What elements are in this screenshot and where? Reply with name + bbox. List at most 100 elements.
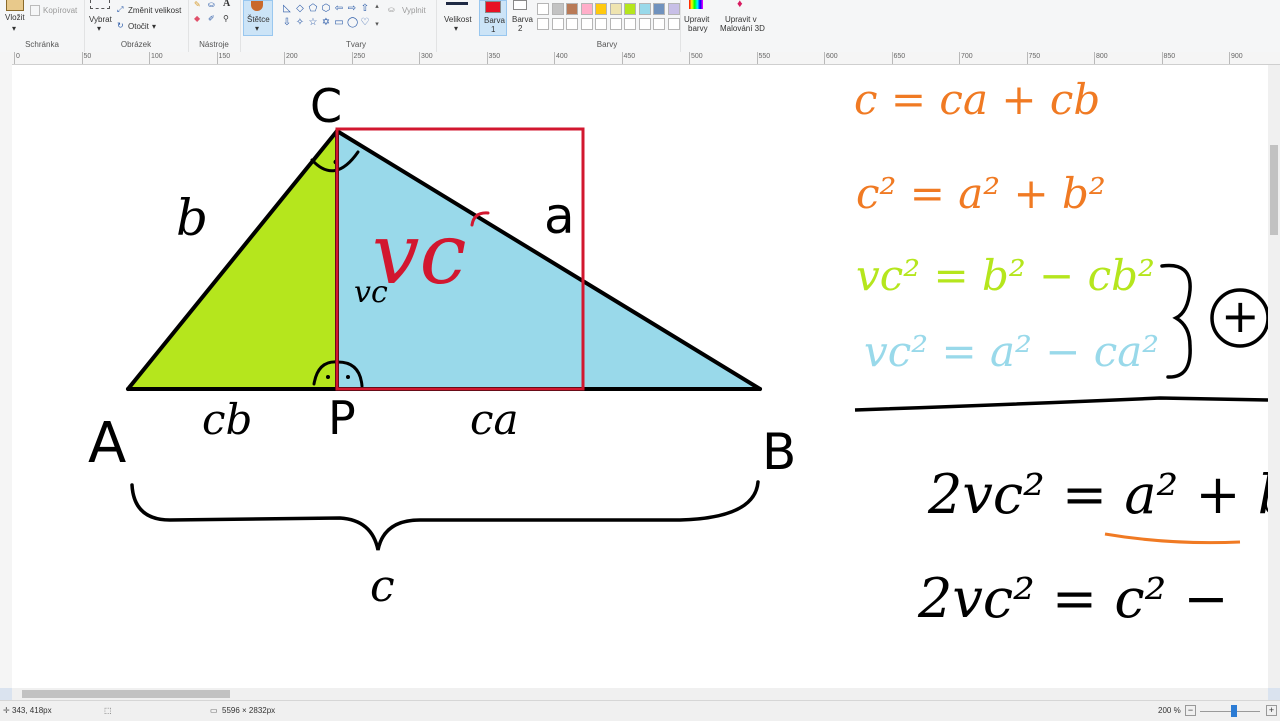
paste-button[interactable]: Vložit <box>5 13 25 22</box>
rotate-button[interactable]: Otočit <box>128 22 149 31</box>
side-b-label: b <box>176 189 209 247</box>
size-label: Velikost <box>444 15 472 24</box>
resize-icon[interactable]: ⤢ <box>117 5 123 15</box>
ruler-tick <box>1026 52 1028 64</box>
horizontal-scrollbar[interactable] <box>12 688 1268 700</box>
zoom-out-button[interactable]: − <box>1185 705 1196 716</box>
palette-swatch[interactable] <box>609 18 622 30</box>
eraser-icon[interactable]: ◆ <box>194 14 200 23</box>
palette-swatch[interactable] <box>653 18 665 30</box>
hexagon-shape-icon[interactable]: ⬡ <box>321 4 331 14</box>
right-triangle-shape-icon[interactable]: ◺ <box>282 4 292 14</box>
ruler-tick <box>216 52 218 64</box>
palette-swatch[interactable] <box>566 18 578 30</box>
palette-swatch[interactable] <box>624 3 636 15</box>
diamond-shape-icon[interactable]: ◇ <box>295 4 305 14</box>
tools-group-label: Nástroje <box>199 40 229 49</box>
fill-shape-icon[interactable]: ⛀ <box>388 5 395 14</box>
palette-swatch[interactable] <box>638 3 651 15</box>
copy-icon[interactable] <box>30 5 40 16</box>
palette-swatch[interactable] <box>667 3 680 15</box>
arrow-right-shape-icon[interactable]: ⇨ <box>347 4 357 14</box>
shapes-scroll-up-icon[interactable]: ▴ <box>372 2 382 12</box>
shapes-group: ◺ ◇ ⬠ ⬡ ⇦ ⇨ ⇧ ⇩ ✧ ☆ ✡ ▭ ◯ ♡ ▴ ▾ ⛀ Vyplni… <box>276 0 437 52</box>
color-picker-icon[interactable]: ✐ <box>208 14 215 23</box>
select-button[interactable]: Vybrat <box>89 15 112 24</box>
paint3d-label2: Malování 3D <box>720 24 765 33</box>
colors-group: Barvy <box>534 0 681 52</box>
brushes-label: Štětce <box>247 15 270 24</box>
color2-number: 2 <box>518 24 523 33</box>
fill-icon[interactable]: ⛀ <box>208 0 215 9</box>
vertical-scroll-thumb[interactable] <box>1270 145 1278 235</box>
shapes-scroll-more-icon[interactable]: ▾ <box>372 20 382 30</box>
color1-button[interactable]: Barva 1 <box>479 0 507 36</box>
ruler-tick-label: 800 <box>1096 53 1108 60</box>
star4-shape-icon[interactable]: ✧ <box>295 18 305 28</box>
ruler-tick <box>14 52 15 64</box>
paint3d-button[interactable]: ♦ Upravit v Malování 3D <box>718 0 766 40</box>
arrow-left-shape-icon[interactable]: ⇦ <box>334 4 344 14</box>
palette-swatch[interactable] <box>537 3 549 15</box>
zoom-slider-thumb[interactable] <box>1231 705 1237 717</box>
pencil-icon[interactable]: ✎ <box>194 0 201 9</box>
color1-number: 1 <box>491 25 496 34</box>
palette-swatch[interactable] <box>653 3 665 15</box>
star5-shape-icon[interactable]: ☆ <box>308 18 318 28</box>
zoom-in-button[interactable]: + <box>1266 705 1277 716</box>
ruler-tick <box>824 52 825 64</box>
ruler-tick <box>149 52 150 64</box>
paste-icon[interactable] <box>6 0 24 11</box>
arrow-down-shape-icon[interactable]: ⇩ <box>282 18 292 28</box>
size-button[interactable]: Velikost ▾ <box>436 0 478 52</box>
palette-swatch[interactable] <box>638 18 651 30</box>
horizontal-scroll-thumb[interactable] <box>22 690 230 698</box>
ruler-tick <box>1161 52 1163 64</box>
rotate-icon[interactable]: ↻ <box>117 21 124 30</box>
brushes-button[interactable]: Štětce ▾ <box>243 0 273 36</box>
edit-colors-label2: barvy <box>688 24 708 33</box>
color2-button[interactable]: Barva 2 <box>508 0 534 36</box>
rotate-dropdown-icon[interactable]: ▾ <box>152 22 156 31</box>
magnifier-icon[interactable]: ⚲ <box>223 14 229 23</box>
text-icon[interactable]: A <box>223 0 230 9</box>
palette-swatch[interactable] <box>551 18 564 30</box>
arrow-up-shape-icon[interactable]: ⇧ <box>360 4 370 14</box>
pentagon-shape-icon[interactable]: ⬠ <box>308 4 318 14</box>
vertex-c-label: C <box>310 79 343 133</box>
vertical-scrollbar[interactable] <box>1268 65 1280 688</box>
palette-swatch[interactable] <box>595 18 607 30</box>
palette-swatch[interactable] <box>624 18 636 30</box>
copy-button[interactable]: Kopírovat <box>43 6 77 15</box>
palette-swatch[interactable] <box>609 3 622 15</box>
sum-underline <box>854 396 1268 412</box>
star6-shape-icon[interactable]: ✡ <box>321 18 331 28</box>
select-icon[interactable] <box>90 0 110 9</box>
brace-c-label: c <box>370 561 395 612</box>
ruler-tick <box>81 52 83 64</box>
zoom-slider[interactable] <box>1200 711 1260 712</box>
palette-swatch[interactable] <box>551 3 564 15</box>
fill-shape-button[interactable]: Vyplnit <box>402 6 426 15</box>
heart-shape-icon[interactable]: ♡ <box>360 18 370 28</box>
palette-swatch[interactable] <box>566 3 578 15</box>
palette-swatch[interactable] <box>667 18 680 30</box>
palette-swatch[interactable] <box>537 18 549 30</box>
ruler-tick <box>959 52 960 64</box>
ruler-tick-label: 250 <box>353 53 366 60</box>
paint3d-icon: ♦ <box>737 0 743 10</box>
palette-swatch[interactable] <box>580 18 593 30</box>
paste-dropdown-icon[interactable]: ▾ <box>12 24 16 33</box>
ruler-tick-label: 0 <box>16 53 20 60</box>
edit-colors-button[interactable]: Upravit barvy <box>681 0 717 40</box>
brushes-dropdown-icon: ▾ <box>255 24 260 33</box>
select-dropdown-icon[interactable]: ▾ <box>97 24 101 33</box>
palette-swatch[interactable] <box>595 3 607 15</box>
palette-swatch[interactable] <box>580 3 593 15</box>
callout-rect-shape-icon[interactable]: ▭ <box>334 18 344 28</box>
callout-oval-shape-icon[interactable]: ◯ <box>347 18 358 28</box>
drawing-canvas[interactable]: C A B P b a vc vc cb ca c c = ca + cb c²… <box>12 65 1268 688</box>
ruler-tick-label: 150 <box>218 53 231 60</box>
ruler-tick <box>891 52 893 64</box>
resize-button[interactable]: Změnit velikost <box>128 6 181 15</box>
